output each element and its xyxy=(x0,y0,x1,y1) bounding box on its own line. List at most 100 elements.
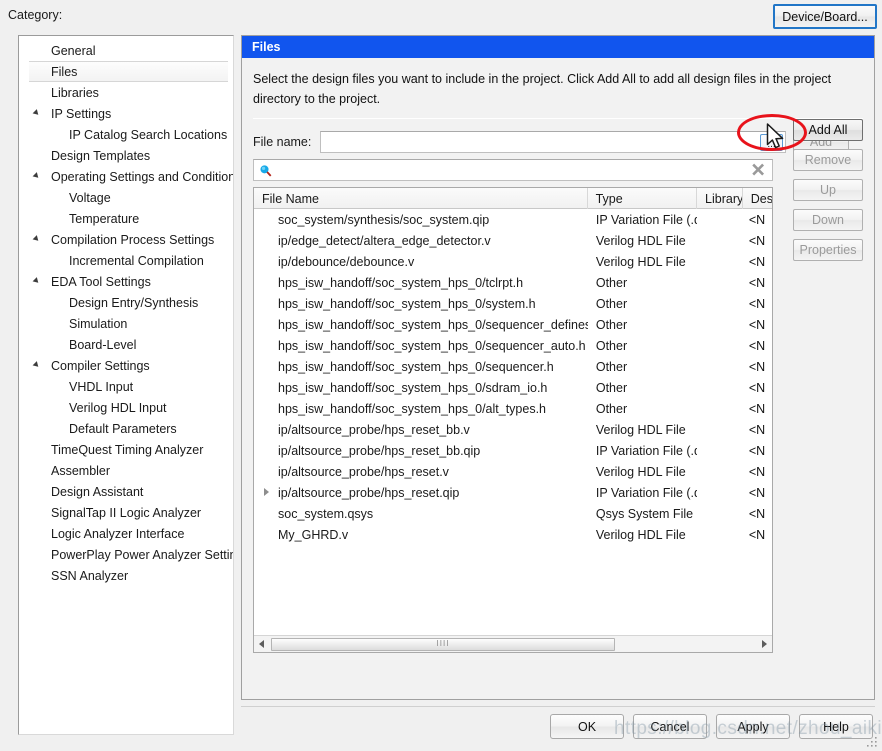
filter-input[interactable] xyxy=(253,159,773,181)
table-row[interactable]: ip/altsource_probe/hps_reset_bb.v Verilog… xyxy=(254,419,772,440)
sidebar-item-verilog-hdl-input[interactable]: Verilog HDL Input xyxy=(19,397,233,418)
table-row[interactable]: ip/edge_detect/altera_edge_detector.v Ver… xyxy=(254,230,772,251)
column-header-type[interactable]: Type xyxy=(588,188,698,209)
table-row[interactable]: My_GHRD.v Verilog HDL File <N xyxy=(254,524,772,545)
cell-file-name: soc_system/synthesis/soc_system.qip xyxy=(254,209,588,230)
sidebar-item-label: Assembler xyxy=(51,463,111,478)
sidebar-item-general[interactable]: General xyxy=(19,40,233,61)
sidebar-item-temperature[interactable]: Temperature xyxy=(19,208,233,229)
table-row[interactable]: soc_system/synthesis/soc_system.qip IP Va… xyxy=(254,209,772,230)
sidebar-item-vhdl-input[interactable]: VHDL Input xyxy=(19,376,233,397)
sidebar-item-files[interactable]: Files xyxy=(29,61,228,82)
scroll-right-button[interactable] xyxy=(757,637,772,652)
table-row[interactable]: hps_isw_handoff/soc_system_hps_0/alt_typ… xyxy=(254,398,772,419)
sidebar-item-operating-settings-and-conditions[interactable]: Operating Settings and Conditions xyxy=(19,166,233,187)
table-row[interactable]: hps_isw_handoff/soc_system_hps_0/system.… xyxy=(254,293,772,314)
down-button[interactable]: Down xyxy=(793,209,863,231)
scroll-thumb[interactable]: IIII xyxy=(271,637,615,651)
sidebar-item-simulation[interactable]: Simulation xyxy=(19,313,233,334)
sidebar-item-logic-analyzer-interface[interactable]: Logic Analyzer Interface xyxy=(19,523,233,544)
category-tree[interactable]: General Files Libraries IP Settings IP Catal… xyxy=(18,35,234,735)
sidebar-item-label: IP Catalog Search Locations xyxy=(69,127,228,142)
scroll-track[interactable]: IIII xyxy=(269,637,757,652)
sidebar-item-voltage[interactable]: Voltage xyxy=(19,187,233,208)
up-button[interactable]: Up xyxy=(793,179,863,201)
sidebar-item-label: VHDL Input xyxy=(69,379,134,394)
help-button[interactable]: Help xyxy=(799,714,873,739)
files-table-body[interactable]: soc_system/synthesis/soc_system.qip IP Va… xyxy=(254,209,772,545)
cell-design-entry: <N xyxy=(748,317,766,332)
device-board-button[interactable]: Device/Board... xyxy=(773,4,877,29)
sidebar-item-default-parameters[interactable]: Default Parameters xyxy=(19,418,233,439)
resize-grip-icon[interactable] xyxy=(866,736,878,748)
table-row[interactable]: ip/debounce/debounce.v Verilog HDL File <N xyxy=(254,251,772,272)
file-name-text: ip/debounce/debounce.v xyxy=(278,254,415,269)
sidebar-item-design-templates[interactable]: Design Templates xyxy=(19,145,233,166)
file-name-text: ip/altsource_probe/hps_reset.v xyxy=(278,464,449,479)
properties-button[interactable]: Properties xyxy=(793,239,863,261)
cell-type: Other xyxy=(595,296,628,311)
cell-file-name: My_GHRD.v xyxy=(254,524,588,545)
cell-file-name: hps_isw_handoff/soc_system_hps_0/alt_typ… xyxy=(254,398,588,419)
footer-divider xyxy=(241,706,875,707)
table-row[interactable]: hps_isw_handoff/soc_system_hps_0/sdram_i… xyxy=(254,377,772,398)
file-name-text: soc_system/synthesis/soc_system.qip xyxy=(278,212,490,227)
file-name-text: hps_isw_handoff/soc_system_hps_0/system.… xyxy=(278,296,536,311)
table-row[interactable]: hps_isw_handoff/soc_system_hps_0/tclrpt.… xyxy=(254,272,772,293)
cell-design-entry: <N xyxy=(748,485,766,500)
panel-title: Files xyxy=(242,36,874,58)
cell-library xyxy=(697,335,743,356)
sidebar-item-signaltap-ii-logic-analyzer[interactable]: SignalTap II Logic Analyzer xyxy=(19,502,233,523)
sidebar-item-board-level[interactable]: Board-Level xyxy=(19,334,233,355)
cell-type: IP Variation File (.qip) xyxy=(595,212,697,227)
sidebar-item-ssn-analyzer[interactable]: SSN Analyzer xyxy=(19,565,233,586)
table-row[interactable]: ip/altsource_probe/hps_reset.qip IP Varia… xyxy=(254,482,772,503)
table-row[interactable]: hps_isw_handoff/soc_system_hps_0/sequenc… xyxy=(254,335,772,356)
cell-file-name: hps_isw_handoff/soc_system_hps_0/sequenc… xyxy=(254,356,588,377)
horizontal-scrollbar[interactable]: IIII xyxy=(254,635,772,652)
table-row[interactable]: ip/altsource_probe/hps_reset_bb.qip IP Va… xyxy=(254,440,772,461)
files-panel: Files Select the design files you want t… xyxy=(241,35,875,700)
cell-type: Verilog HDL File xyxy=(595,422,686,437)
sidebar-item-incremental-compilation[interactable]: Incremental Compilation xyxy=(19,250,233,271)
files-table[interactable]: File Name Type Library Des soc_system/synth… xyxy=(253,187,773,653)
sidebar-item-label: Default Parameters xyxy=(69,421,177,436)
column-header-library[interactable]: Library xyxy=(697,188,743,209)
sidebar-item-timequest-timing-analyzer[interactable]: TimeQuest Timing Analyzer xyxy=(19,439,233,460)
sidebar-item-label: TimeQuest Timing Analyzer xyxy=(51,442,204,457)
file-name-input[interactable]: ... xyxy=(320,130,786,153)
sidebar-item-powerplay-power-analyzer-settings[interactable]: PowerPlay Power Analyzer Settings xyxy=(19,544,233,565)
clear-filter-icon[interactable] xyxy=(750,162,766,178)
apply-button[interactable]: Apply xyxy=(716,714,790,739)
sidebar-item-assembler[interactable]: Assembler xyxy=(19,460,233,481)
search-icon xyxy=(260,165,272,177)
column-header-file-name[interactable]: File Name xyxy=(254,188,588,209)
sidebar-item-libraries[interactable]: Libraries xyxy=(19,82,233,103)
sidebar-item-ip-catalog-search-locations[interactable]: IP Catalog Search Locations xyxy=(19,124,233,145)
add-all-button[interactable]: Add All xyxy=(793,119,863,141)
table-row[interactable]: hps_isw_handoff/soc_system_hps_0/sequenc… xyxy=(254,314,772,335)
sidebar-item-design-assistant[interactable]: Design Assistant xyxy=(19,481,233,502)
sidebar-item-compilation-process-settings[interactable]: Compilation Process Settings xyxy=(19,229,233,250)
column-header-des[interactable]: Des xyxy=(743,188,772,209)
sidebar-item-ip-settings[interactable]: IP Settings xyxy=(19,103,233,124)
sidebar-item-compiler-settings[interactable]: Compiler Settings xyxy=(19,355,233,376)
panel-body: Select the design files you want to incl… xyxy=(242,58,874,699)
scroll-left-button[interactable] xyxy=(254,637,269,652)
browse-ellipsis-button[interactable]: ... xyxy=(760,133,783,151)
sidebar-item-eda-tool-settings[interactable]: EDA Tool Settings xyxy=(19,271,233,292)
ok-button[interactable]: OK xyxy=(550,714,624,739)
sidebar-item-design-entry-synthesis[interactable]: Design Entry/Synthesis xyxy=(19,292,233,313)
table-row[interactable]: soc_system.qsys Qsys System File <N xyxy=(254,503,772,524)
cancel-button[interactable]: Cancel xyxy=(633,714,707,739)
remove-button[interactable]: Remove xyxy=(793,149,863,171)
sidebar-item-label: Simulation xyxy=(69,316,128,331)
category-tree-list: General Files Libraries IP Settings IP Catal… xyxy=(19,36,233,586)
table-row[interactable]: hps_isw_handoff/soc_system_hps_0/sequenc… xyxy=(254,356,772,377)
sidebar-item-label: Temperature xyxy=(69,211,140,226)
cell-design-entry: <N xyxy=(748,212,766,227)
sidebar-item-label: Design Entry/Synthesis xyxy=(69,295,199,310)
table-row[interactable]: ip/altsource_probe/hps_reset.v Verilog HD… xyxy=(254,461,772,482)
cell-file-name: hps_isw_handoff/soc_system_hps_0/system.… xyxy=(254,293,588,314)
row-expand-icon[interactable] xyxy=(264,488,269,496)
